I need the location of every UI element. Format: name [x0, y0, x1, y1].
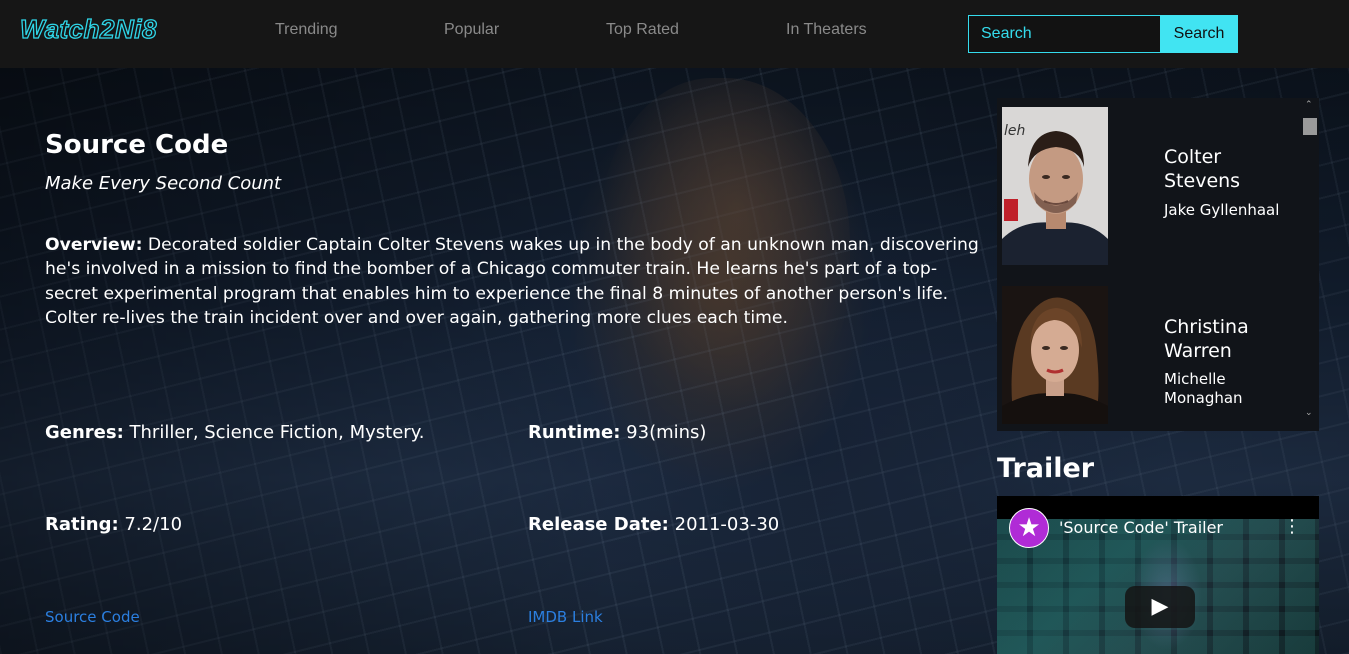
rating-field: Rating: 7.2/10: [45, 514, 182, 535]
release-date-field: Release Date: 2011-03-30: [528, 514, 779, 535]
cast-card[interactable]: Christina Warren Michelle Monaghan: [1002, 286, 1302, 431]
cast-character-line1: Christina: [1164, 316, 1249, 338]
video-title[interactable]: 'Source Code' Trailer: [1059, 518, 1223, 537]
nav-link-top-rated[interactable]: Top Rated: [606, 21, 679, 39]
site-logo[interactable]: Watch2Ni8: [19, 13, 157, 45]
cast-character-line1: Colter: [1164, 146, 1222, 168]
svg-text:leh: leh: [1004, 123, 1025, 139]
cast-card[interactable]: leh Colter Stevens Jake Gyllenhaal: [1002, 107, 1302, 267]
genres-field: Genres: Thriller, Science Fiction, Myste…: [45, 422, 425, 443]
nav-link-in-theaters[interactable]: In Theaters: [786, 21, 867, 39]
genres-label: Genres:: [45, 422, 124, 443]
scroll-up-icon[interactable]: ⌃: [1305, 100, 1313, 110]
cast-photo: leh: [1002, 107, 1108, 265]
release-date-label: Release Date:: [528, 514, 669, 535]
runtime-label: Runtime:: [528, 422, 621, 443]
rating-value: 7.2/10: [124, 514, 183, 535]
scroll-down-icon[interactable]: ⌄: [1305, 408, 1313, 418]
genres-value: Thriller, Science Fiction, Mystery.: [129, 422, 425, 443]
more-options-icon[interactable]: ⋮: [1283, 516, 1301, 537]
trailer-video[interactable]: ★ 'Source Code' Trailer ⋮ ▶: [997, 496, 1319, 654]
cast-actor-line1: Jake Gyllenhaal: [1164, 201, 1280, 219]
cast-list[interactable]: leh Colter Stevens Jake Gyllenhaal Chris…: [997, 98, 1319, 431]
cast-character-name: Christina Warren: [1164, 315, 1249, 363]
play-icon[interactable]: ▶: [1125, 586, 1195, 628]
release-date-value: 2011-03-30: [674, 514, 780, 535]
overview-label: Overview:: [45, 235, 143, 255]
cast-photo: [1002, 286, 1108, 431]
navbar: Watch2Ni8 Trending Popular Top Rated In …: [0, 0, 1349, 68]
runtime-value: 93(mins): [626, 422, 707, 443]
movie-overview: Overview: Decorated soldier Captain Colt…: [45, 233, 985, 330]
movie-title: Source Code: [45, 130, 229, 160]
trailer-heading: Trailer: [997, 453, 1095, 484]
search-button[interactable]: Search: [1160, 15, 1238, 53]
rating-label: Rating:: [45, 514, 119, 535]
cast-actor-line2: Monaghan: [1164, 389, 1243, 407]
homepage-link[interactable]: Source Code: [45, 608, 140, 626]
cast-character-line2: Stevens: [1164, 170, 1241, 192]
runtime-field: Runtime: 93(mins): [528, 422, 706, 443]
imdb-link[interactable]: IMDB Link: [528, 608, 603, 626]
search-input[interactable]: [968, 15, 1161, 53]
cast-scrollbar[interactable]: ⌃ ⌄: [1300, 98, 1319, 431]
nav-link-popular[interactable]: Popular: [444, 21, 499, 39]
cast-actor-name: Jake Gyllenhaal: [1164, 201, 1279, 220]
cast-actor-line1: Michelle: [1164, 370, 1226, 388]
scroll-thumb[interactable]: [1303, 118, 1317, 135]
overview-text: Decorated soldier Captain Colter Stevens…: [45, 235, 979, 328]
cast-character-name: Colter Stevens: [1164, 145, 1240, 193]
nav-link-trending[interactable]: Trending: [275, 21, 338, 39]
cast-character-line2: Warren: [1164, 340, 1232, 362]
cast-actor-name: Michelle Monaghan: [1164, 370, 1243, 408]
movie-tagline: Make Every Second Count: [45, 173, 282, 194]
channel-star-icon[interactable]: ★: [1009, 508, 1049, 548]
